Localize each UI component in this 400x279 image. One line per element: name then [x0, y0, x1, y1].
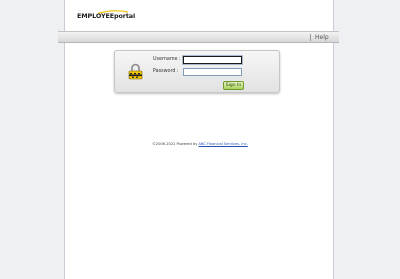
company-link[interactable]: ABC Financial Services, Inc. [199, 142, 248, 146]
copyright-text: ©2006-2022 Powered by [152, 142, 198, 146]
footer: ©2006-2022 Powered by ABC Financial Serv… [0, 142, 400, 147]
sign-in-button[interactable]: Sign In [223, 81, 244, 90]
top-navbar: Help [58, 31, 339, 43]
employee-portal-logo[interactable]: EMPLOYEEportal [77, 10, 147, 22]
logo-text: EMPLOYEEportal [77, 12, 136, 20]
navbar-divider [310, 34, 311, 41]
password-input[interactable] [183, 68, 242, 76]
password-label: Password : [153, 69, 179, 74]
login-panel: Username : Password : Sign In [114, 50, 280, 93]
lock-icon [128, 63, 143, 80]
username-input[interactable] [183, 56, 242, 64]
help-link[interactable]: Help [315, 33, 329, 42]
username-label: Username : [153, 57, 181, 62]
